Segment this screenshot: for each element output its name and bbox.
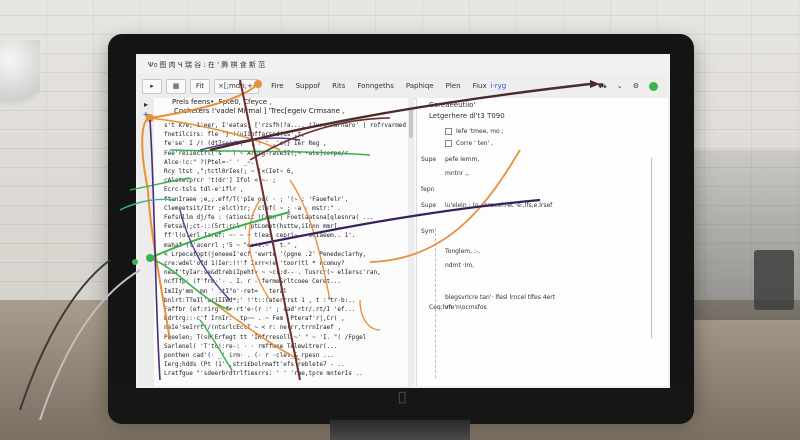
monitor-stand <box>330 420 470 440</box>
panel-row[interactable]: Tonglem, ;-, <box>445 248 480 255</box>
editor-scrollbar[interactable] <box>408 98 414 386</box>
code-line[interactable]: Alce·!c:" ?)Ptel=·' ' _~. <box>164 159 254 166</box>
code-line[interactable]: Ecrc-tsls tdl-e'iflr , <box>164 186 243 193</box>
code-line[interactable]: ImIIy'mm ·mn ' .tI"o'·ret= ' teral <box>164 288 287 295</box>
panel-row[interactable]: ndmt ·Im, <box>445 262 474 269</box>
panel-row[interactable]: Ceq:hm <box>429 304 452 311</box>
expand-icon[interactable]: ▸ <box>138 100 154 109</box>
panel-divider <box>651 158 652 338</box>
checkbox-icon[interactable] <box>445 140 452 147</box>
code-line[interactable]: Clemeetsit/Itr ;elct)tr; 'clef( ~ ; ·a ·… <box>164 205 341 212</box>
code-line[interactable]: ff'l(o:erl Iaref: ~· ~ ~ t(eas cepri~ ~ … <box>164 232 355 239</box>
play-icon[interactable]: ▸ <box>142 78 162 94</box>
chevron-down-icon[interactable]: ⌄ <box>617 82 623 90</box>
code-line[interactable]: Edrtrg::·c'f IrnIr:· tp~~ . ~ Fem ,Ptera… <box>164 315 345 322</box>
panel-row[interactable]: Corre ' ten' , <box>445 140 493 147</box>
code-editor[interactable]: Prels feens•, Fpte0, Cfeyce , Cocheters … <box>154 98 410 386</box>
menu-rits[interactable]: Rits <box>332 82 345 90</box>
code-line[interactable]: cre:wdel'ofd 1(Ier:!!'f Ixrr<!e 'toor(tl… <box>164 260 345 267</box>
scrollbar-thumb[interactable] <box>409 108 413 138</box>
code-line[interactable]: Rcy ltst ,";tctl0rIes(; ~ (<(Iet~ 6, <box>164 168 294 175</box>
code-line[interactable]: Fefsnllm dj/fe : (atiosit !Comn | Foetla… <box>164 214 374 221</box>
panel-side-label: Sym <box>421 228 435 235</box>
lamp <box>0 40 40 120</box>
fiux-badge[interactable]: i·ryg <box>491 82 507 90</box>
panel-row[interactable]: lu'eleln : (n :fsraeel:ret ·e:,lfs,e.lrs… <box>445 202 552 209</box>
menu-fiux[interactable]: Fiux <box>473 82 487 90</box>
menu-fire[interactable]: Fire <box>271 82 284 90</box>
panel-side-label: Supe <box>421 202 437 209</box>
editor-gutter: ▸ + <box>138 98 155 386</box>
menu-plen[interactable]: Plen <box>446 82 461 90</box>
code-line[interactable]: fnetilcirs: fle '} !(uIinffarsed(ds',t, <box>164 131 305 138</box>
editor-subheader: Cocheters !'vadel Mirmal ] 'Trec[egeiv C… <box>174 107 345 115</box>
panel-row[interactable]: pefe Iemm, <box>445 156 479 163</box>
zoom-field[interactable]: ×[;mdn;+· <box>214 78 260 94</box>
panel-subtitle: Letgerhere dl't3 T090 <box>429 112 505 120</box>
panel-row[interactable]: Iefe 'tmee, mo ; <box>445 128 504 135</box>
menu-fonngeths[interactable]: Fonngeths <box>357 82 394 90</box>
background-object <box>754 250 794 310</box>
code-line[interactable]: cAlstetprcr 't(dr'] Ifol < ~- ; <box>164 177 276 184</box>
code-line[interactable]: < Lrpecatopt(jeneeeI'ecf 'ewrte '(pgne .… <box>164 251 366 258</box>
panel-side-label: Supe <box>421 156 437 163</box>
code-line[interactable]: Pbeelen; T(s0'Erfegt tt 'IHfrresoll ~' "… <box>164 334 366 341</box>
code-line[interactable]: Lratfgue "'sdeerbrdtrlfiesrrs: ' ' 'rae,… <box>164 370 363 377</box>
gear-icon[interactable]: ⚙ <box>633 82 639 90</box>
code-line[interactable]: s't k7e, 1'eer, I'eatas, ['rzsfh(?a..., … <box>164 122 406 129</box>
checkbox-icon[interactable] <box>445 128 452 135</box>
panel-row[interactable]: blegsvrlcre tan'· lfesl lrncel tlfes 4er… <box>445 294 555 301</box>
code-line[interactable]: ftunIraee ;e,;.eff/T('pIe oq( · ; '(~ : … <box>164 196 348 203</box>
panel-side-label: fepn <box>421 186 435 193</box>
menu-suppof[interactable]: Suppof <box>296 82 321 90</box>
panel-tree-guide <box>435 228 437 378</box>
code-line[interactable]: ncfTfp: (f'frm·'- . I. r -:ferme&rltcoee… <box>164 278 341 285</box>
status-ok-icon <box>649 81 658 91</box>
code-line[interactable]: mahaf (l'acerrl ;'5 ~ "e:'t.~ ; t." , <box>164 242 298 249</box>
grid-icon[interactable]: ▦ <box>166 78 186 94</box>
code-line[interactable]: Fetsal(;ct-::(5rt:rcl | ptLomet(hsttw,iI… <box>164 223 348 230</box>
code-line[interactable]: neIe'seIrrt'/(ntsrlcEctI ~ < r: ne(rr,tr… <box>164 324 341 331</box>
cart-icon[interactable]: ⛟ <box>598 82 607 91</box>
apple-logo-icon:  <box>395 390 409 405</box>
code-line[interactable]: ponthen cad'(· _' irm· . (· r ·clet_& rp… <box>164 352 334 359</box>
menu-paphiqe[interactable]: Paphiqe <box>406 82 434 90</box>
code-line[interactable]: Fee'reiIectrl('s ' ( ~ Arurg-rate5I(;~ •… <box>164 150 348 157</box>
toolbar: ▸ ▦ Fit ×[;mdn;+· Fire Suppof Rits Fonng… <box>138 74 668 99</box>
right-panel: Coreaeeutiio' Letgerhere dl't3 T090 Iefe… <box>416 98 668 386</box>
code-line[interactable]: neaf'tyIar:ve&dtrebiIpehtv ~ ~cr:d-- . T… <box>164 269 381 276</box>
panel-row[interactable]: mntnr ,, <box>445 170 469 177</box>
window-title: Ψ൦ 图 肉 Ч 瑞 谷 : 在 ' 腾 棋 食 斯 范 <box>138 56 668 74</box>
code-line[interactable]: fe'se' I /! (dt7se'/r, ', ! ' ,'c(} Ier … <box>164 140 327 147</box>
code-line[interactable]: Ierg;hdds (Pt (1' ,stri£bolrmaft'efs reb… <box>164 361 345 368</box>
code-line[interactable]: bnlrt:TTeIl'ariIIWd*;' !'t::(aterrrst 1 … <box>164 297 355 304</box>
code-line[interactable]: Faffbr (ef:rirg :f+·rt'e·(r :' ; dad'rtr… <box>164 306 355 313</box>
screen: Ψ൦ 图 肉 Ч 瑞 谷 : 在 ' 腾 棋 食 斯 范 ▸ ▦ Fit ×[;… <box>136 54 670 388</box>
add-icon[interactable]: + <box>138 110 154 119</box>
fit-button[interactable]: Fit <box>190 78 210 94</box>
code-line[interactable]: Sarlenel( 'T'tc!:re-: · · rmffmne Telewi… <box>164 343 337 350</box>
editor-header: Prels feens•, Fpte0, Cfeyce , <box>172 98 272 106</box>
panel-title: Coreaeeutiio' <box>429 101 476 109</box>
